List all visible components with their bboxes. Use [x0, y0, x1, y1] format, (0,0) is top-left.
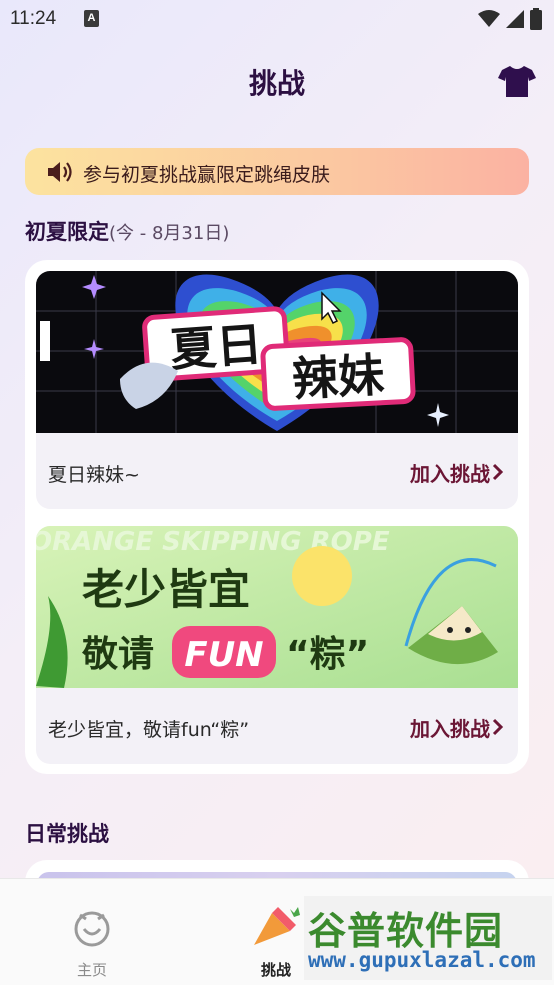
watermark-url: www.gupuxlazal.com	[308, 948, 536, 972]
challenge-name: 老少皆宜，敬请fun“粽”	[48, 719, 250, 741]
limited-challenges-panel: 夏日 辣妹 夏日辣妹~ 加入挑战 ORANGE SKIPPING ROPE 老少…	[25, 260, 529, 774]
section-limited-range: (今 - 8月31日)	[109, 223, 230, 244]
chevron-right-icon	[492, 463, 504, 481]
site-watermark: 谷普软件园 www.gupuxlazal.com	[304, 896, 552, 980]
nav-label-home: 主页	[76, 961, 107, 979]
t-shirt-icon[interactable]	[498, 64, 536, 98]
join-challenge-button[interactable]: 加入挑战	[410, 458, 490, 487]
svg-text:敬请: 敬请	[81, 634, 154, 675]
watermark-title: 谷普软件园	[308, 909, 504, 953]
chevron-right-icon	[492, 718, 504, 736]
battery-icon	[530, 8, 542, 30]
svg-text:夏日: 夏日	[168, 317, 264, 377]
summer-banner-image: 夏日 辣妹	[36, 271, 518, 433]
svg-text:“粽”: “粽”	[286, 634, 369, 675]
system-icons	[478, 8, 542, 30]
challenge-card-summer[interactable]: 夏日 辣妹 夏日辣妹~ 加入挑战	[36, 271, 518, 509]
section-limited-label: 初夏限定	[25, 220, 109, 244]
page-header: 挑战	[0, 52, 554, 108]
sim-icon: A	[84, 10, 99, 27]
notice-text: 参与初夏挑战赢限定跳绳皮肤	[83, 164, 331, 186]
svg-text:FUN: FUN	[184, 635, 263, 675]
promo-notice[interactable]: 参与初夏挑战赢限定跳绳皮肤	[25, 148, 529, 195]
signal-icon	[506, 10, 524, 28]
challenge-card-zongzi[interactable]: ORANGE SKIPPING ROPE 老少皆宜 敬请 FUN “粽” 老少皆…	[36, 526, 518, 764]
wifi-icon	[478, 10, 500, 27]
challenge-trumpet-icon	[254, 907, 300, 945]
svg-text:辣妹: 辣妹	[291, 348, 386, 407]
challenge-name: 夏日辣妹~	[48, 464, 140, 486]
zongzi-banner-image: ORANGE SKIPPING ROPE 老少皆宜 敬请 FUN “粽”	[36, 526, 518, 688]
home-face-icon	[74, 911, 110, 947]
nav-item-home[interactable]: 主页	[42, 879, 142, 985]
section-limited-title: 初夏限定(今 - 8月31日)	[25, 216, 229, 246]
svg-text:老少皆宜: 老少皆宜	[82, 565, 250, 614]
speaker-icon	[48, 162, 72, 182]
section-daily-title: 日常挑战	[25, 822, 109, 846]
page-title: 挑战	[248, 67, 305, 100]
join-challenge-button[interactable]: 加入挑战	[410, 713, 490, 742]
status-bar: 11:24 A	[0, 0, 554, 38]
status-time: 11:24	[10, 8, 57, 29]
